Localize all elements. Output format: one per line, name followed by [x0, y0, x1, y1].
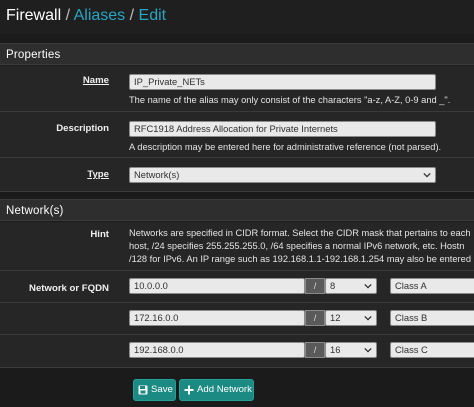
cidr-slash: / [305, 310, 325, 326]
breadcrumb-separator: / [129, 7, 135, 24]
network-description-input[interactable]: Class A [390, 278, 474, 294]
chevron-down-icon [364, 283, 372, 289]
cidr-mask-value: 8 [330, 280, 336, 291]
type-row: Type Network(s) [0, 158, 474, 192]
type-select[interactable]: Network(s) [129, 167, 436, 183]
description-input[interactable]: RFC1918 Address Allocation for Private I… [129, 121, 436, 137]
networks-panel-heading: Network(s) [0, 199, 474, 221]
cidr-mask-value: 16 [330, 344, 341, 355]
chevron-down-icon [364, 315, 372, 321]
hint-text: Networks are specified in CIDR format. S… [129, 227, 471, 266]
breadcrumb-separator: / [65, 7, 71, 24]
type-label: Type [87, 169, 109, 180]
description-label: Description [56, 123, 109, 134]
chevron-down-icon [364, 347, 372, 353]
save-button[interactable]: Save [133, 379, 176, 401]
network-row: Network or FQDN 10.0.0.0 / 8 Class A [0, 271, 474, 303]
add-network-button[interactable]: Add Network [179, 379, 254, 401]
properties-panel-heading: Properties [0, 43, 474, 65]
type-select-value: Network(s) [134, 169, 180, 180]
hint-label: Hint [90, 229, 109, 240]
cidr-slash: / [305, 342, 325, 358]
name-label: Name [82, 75, 109, 86]
hint-line: host, /24 specifies 255.255.255.0, /64 s… [129, 241, 465, 251]
hint-line: /128 for IPv6. An IP range such as 192.1… [129, 254, 471, 264]
network-row: 192.168.0.0 / 16 Class C [0, 335, 474, 368]
network-address-input[interactable]: 192.168.0.0 [129, 342, 305, 358]
name-help-text: The name of the alias may only consist o… [129, 95, 451, 105]
cidr-slash: / [305, 278, 325, 294]
description-row: Description RFC1918 Address Allocation f… [0, 112, 474, 158]
description-help-text: A description may be entered here for ad… [129, 142, 442, 152]
chevron-down-icon [423, 172, 431, 178]
breadcrumb-firewall: Firewall [6, 7, 62, 24]
network-description-input[interactable]: Class B [390, 310, 474, 326]
network-description-input[interactable]: Class C [390, 342, 474, 358]
name-row: Name IP_Private_NETs The name of the ali… [0, 66, 474, 112]
name-input[interactable]: IP_Private_NETs [129, 74, 436, 90]
breadcrumb: Firewall / Aliases / Edit [0, 0, 474, 34]
hint-row: Hint Networks are specified in CIDR form… [0, 222, 474, 271]
network-row: 172.16.0.0 / 12 Class B [0, 303, 474, 335]
cidr-mask-value: 12 [330, 312, 341, 323]
network-address-input[interactable]: 10.0.0.0 [129, 278, 305, 294]
network-address-input[interactable]: 172.16.0.0 [129, 310, 305, 326]
floppy-disk-icon [138, 385, 148, 395]
network-or-fqdn-label: Network or FQDN [29, 283, 109, 294]
cidr-mask-select[interactable]: 12 [325, 310, 377, 326]
cidr-mask-select[interactable]: 8 [325, 278, 377, 294]
form-footer: Save Add Network [0, 368, 474, 407]
hint-line: Networks are specified in CIDR format. S… [129, 228, 471, 238]
save-button-label: Save [151, 384, 173, 395]
add-network-button-label: Add Network [197, 384, 252, 395]
plus-icon [184, 385, 194, 395]
breadcrumb-edit-link[interactable]: Edit [139, 7, 167, 24]
cidr-mask-select[interactable]: 16 [325, 342, 377, 358]
breadcrumb-aliases-link[interactable]: Aliases [74, 7, 126, 24]
